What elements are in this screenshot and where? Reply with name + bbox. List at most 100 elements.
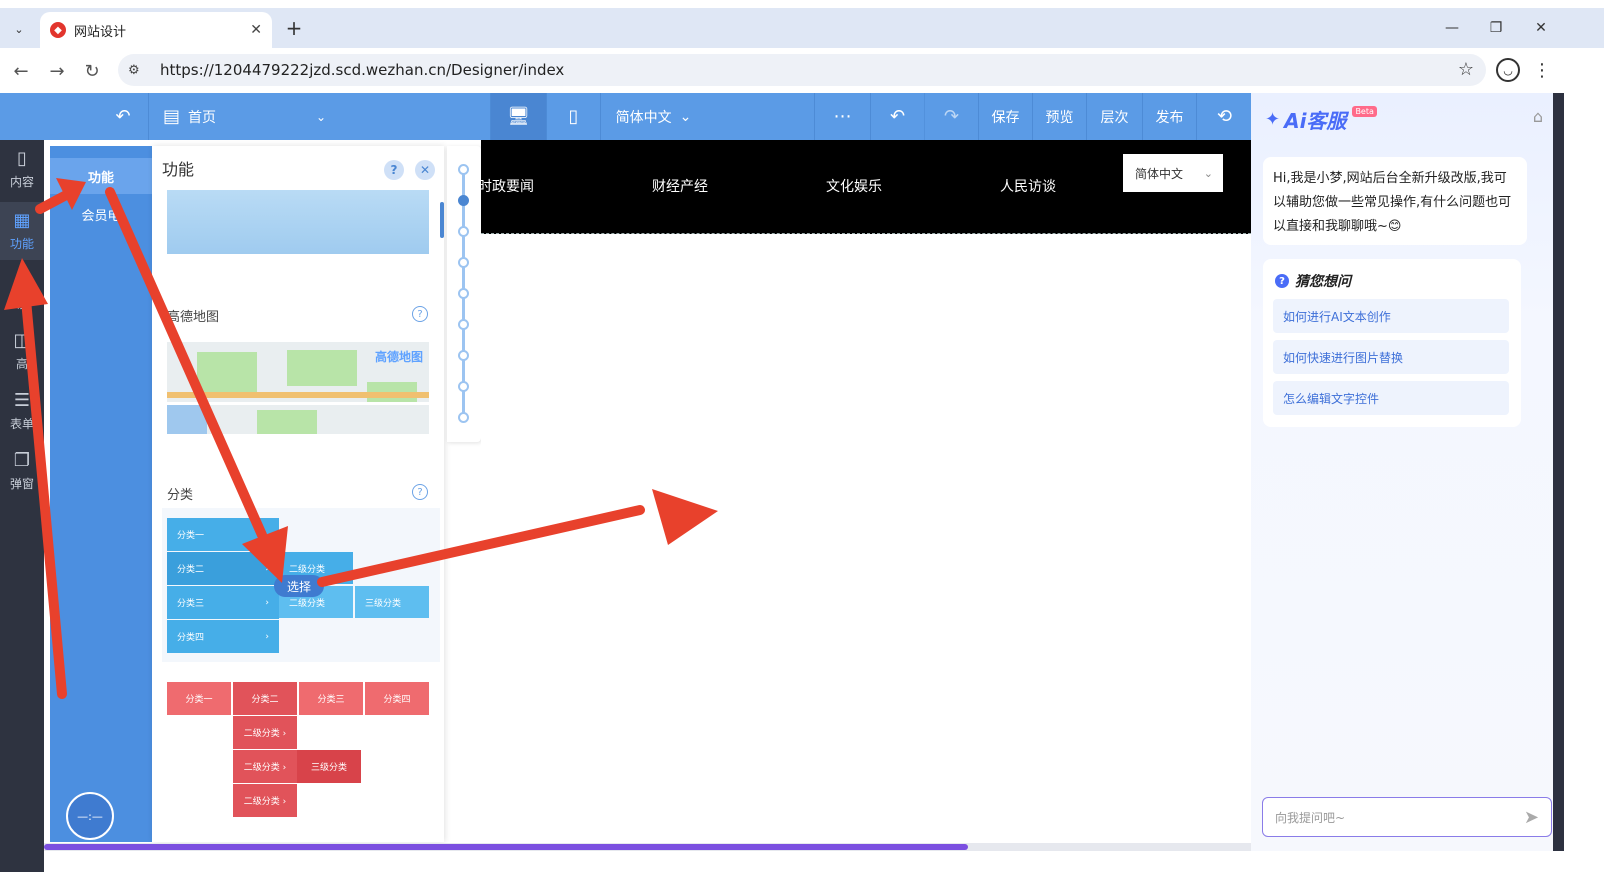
help-icon[interactable]: ? [412, 306, 428, 322]
scrollbar-thumb[interactable] [44, 844, 968, 850]
star-icon[interactable]: ☆ [1458, 59, 1474, 80]
tab-title: 网站设计 [74, 24, 127, 40]
category-item-member[interactable]: 会员电 [50, 196, 152, 232]
plus-icon[interactable]: + [282, 16, 306, 40]
red-category-item: 分类三 [299, 682, 363, 715]
url-text[interactable]: https://1204479222jzd.scd.wezhan.cn/Desi… [160, 61, 564, 79]
restore-icon[interactable]: ❐ [1482, 16, 1510, 40]
mobile-view-icon[interactable]: ▯ [546, 93, 600, 140]
rail-item-function[interactable]: ▦ 功能 [0, 202, 44, 260]
canvas-nav-bar[interactable]: 时政要闻 财经产经 文化娱乐 人民访谈 简体中文 ⌄ [478, 140, 1251, 234]
page-select-label: 首页 [188, 109, 217, 126]
window-close-icon[interactable]: ✕ [1527, 16, 1555, 40]
reload-icon[interactable]: ↻ [79, 58, 105, 84]
screen: ⌄ ◆ 网站设计 ✕ + — ❐ ✕ ← → ↻ ⚙ https://12044… [0, 0, 1604, 872]
arrow-right-icon[interactable]: → [44, 58, 70, 84]
preview-button[interactable]: 预览 [1032, 93, 1086, 140]
help-icon[interactable]: ? [412, 484, 428, 500]
url-field[interactable]: ⚙ https://1204479222jzd.scd.wezhan.cn/De… [118, 54, 1486, 86]
stepper-dot[interactable] [458, 257, 469, 268]
horizontal-scrollbar[interactable] [44, 843, 1252, 851]
desktop-view-icon[interactable]: 🖥 [490, 93, 546, 140]
stepper-dot[interactable] [458, 350, 469, 361]
widget-thumbnail[interactable] [167, 190, 429, 254]
close-icon[interactable]: ✕ [415, 160, 435, 180]
nav-item[interactable]: 时政要闻 [478, 176, 534, 196]
rail-label: 表单 [9, 417, 34, 431]
canvas-language-select[interactable]: 简体中文 ⌄ [1123, 154, 1223, 192]
category-section-title: 分类 [167, 488, 194, 503]
suggested-question[interactable]: 如何进行AI文本创作 [1273, 299, 1509, 333]
rail-item-popup[interactable]: ❐ 弹窗 [0, 442, 44, 500]
send-icon[interactable]: ➤ [1524, 807, 1539, 828]
site-info-icon[interactable]: ⚙ [128, 63, 148, 78]
chevron-down-icon[interactable]: ⌄ [8, 18, 30, 40]
loading-indicator: —:— [66, 792, 114, 840]
publish-button[interactable]: 发布 [1142, 93, 1196, 140]
nav-item[interactable]: 财经产经 [652, 176, 708, 196]
stepper-dot[interactable] [458, 412, 469, 423]
select-button[interactable]: 选择 [274, 575, 324, 597]
suggested-question[interactable]: 怎么编辑文字控件 [1273, 381, 1509, 415]
history-icon[interactable]: ⟲ [1196, 93, 1252, 140]
category-level1: 分类四 › [167, 620, 279, 653]
rail-label: 设 [15, 297, 28, 311]
more-vertical-icon[interactable]: ⋮ [1533, 58, 1551, 82]
suggested-title-text: 猜您想问 [1295, 274, 1351, 290]
gift-icon[interactable]: ⌂ [1533, 107, 1543, 126]
canvas-area[interactable] [481, 234, 1251, 842]
browser-tab[interactable]: ◆ 网站设计 ✕ [40, 12, 272, 48]
nav-item[interactable]: 文化娱乐 [826, 176, 882, 196]
rail-label: 弹窗 [9, 477, 34, 491]
profile-icon[interactable]: ◡ [1496, 58, 1520, 82]
stepper-dot[interactable] [458, 226, 469, 237]
ai-brand: Ai客服 [1284, 109, 1347, 133]
undo-icon[interactable]: ↶ [870, 93, 924, 140]
suggested-question[interactable]: 如何快速进行图片替换 [1273, 340, 1509, 374]
page-select[interactable]: ▤ 首页 ⌄ [148, 93, 342, 140]
save-button[interactable]: 保存 [978, 93, 1032, 140]
help-icon[interactable]: ? [384, 160, 404, 180]
stepper-dot[interactable] [458, 381, 469, 392]
close-icon[interactable]: ✕ [250, 22, 262, 38]
language-select[interactable]: 简体中文 ⌄ [600, 93, 706, 140]
browser-tabbar: ⌄ ◆ 网站设计 ✕ + — ❐ ✕ [0, 8, 1604, 48]
rail-item-design[interactable]: ▭ 设 [0, 262, 44, 320]
stepper-dot-active[interactable] [458, 195, 469, 206]
chevron-down-icon: ⌄ [1203, 166, 1213, 180]
arrow-left-icon[interactable]: ← [8, 58, 34, 84]
rail-label: 内容 [9, 175, 34, 189]
ai-question-input[interactable]: 向我提问吧~ ➤ [1262, 797, 1552, 837]
rail-item-form[interactable]: ☰ 表单 [0, 382, 44, 440]
stepper-dot[interactable] [458, 319, 469, 330]
suggested-questions: ? 猜您想问 如何进行AI文本创作 如何快速进行图片替换 怎么编辑文字控件 [1263, 259, 1521, 427]
panel-scrollbar[interactable] [440, 202, 444, 238]
red-category-item: 分类一 [167, 682, 231, 715]
category-item-function[interactable]: 功能 [50, 158, 152, 194]
category-level1: 分类一 [167, 518, 279, 551]
nav-item[interactable]: 人民访谈 [1000, 176, 1056, 196]
red-subcategory-item: 二级分类 › [233, 716, 297, 749]
layers-button[interactable]: 层次 [1086, 93, 1142, 140]
map-widget-thumbnail[interactable]: 高德地图 [167, 342, 429, 434]
ai-logo: ✦ Ai客服 Beta [1265, 105, 1377, 134]
rail-label: 功能 [9, 237, 34, 251]
map-section-title: 高德地图 [167, 310, 220, 325]
site-favicon-icon: ◆ [50, 22, 66, 38]
stepper-dot[interactable] [458, 164, 469, 175]
more-icon[interactable]: ⋯ [814, 93, 870, 140]
red-subcategory-item: 二级分类 › [233, 784, 297, 817]
function-category-list: 功能 会员电 —:— [50, 146, 152, 842]
left-rail: ▯ 内容 ▦ 功能 ▭ 设 ◫ 高 ☰ 表单 ❐ 弹窗 [0, 140, 44, 872]
ai-input-placeholder: 向我提问吧~ [1275, 810, 1346, 825]
stepper-dot[interactable] [458, 288, 469, 299]
document-icon: ▯ [17, 148, 27, 169]
rail-item-content[interactable]: ▯ 内容 [0, 140, 44, 198]
minimize-icon[interactable]: — [1438, 16, 1466, 40]
section-stepper[interactable] [447, 146, 481, 442]
ai-greeting-message: Hi,我是小梦,网站后台全新升级改版,我可以辅助您做一些常见操作,有什么问题也可… [1263, 157, 1527, 245]
redo-icon[interactable]: ↷ [924, 93, 978, 140]
rail-item-advanced[interactable]: ◫ 高 [0, 322, 44, 380]
language-label: 简体中文 [1135, 166, 1184, 181]
back-icon[interactable]: ↶ [98, 93, 148, 140]
